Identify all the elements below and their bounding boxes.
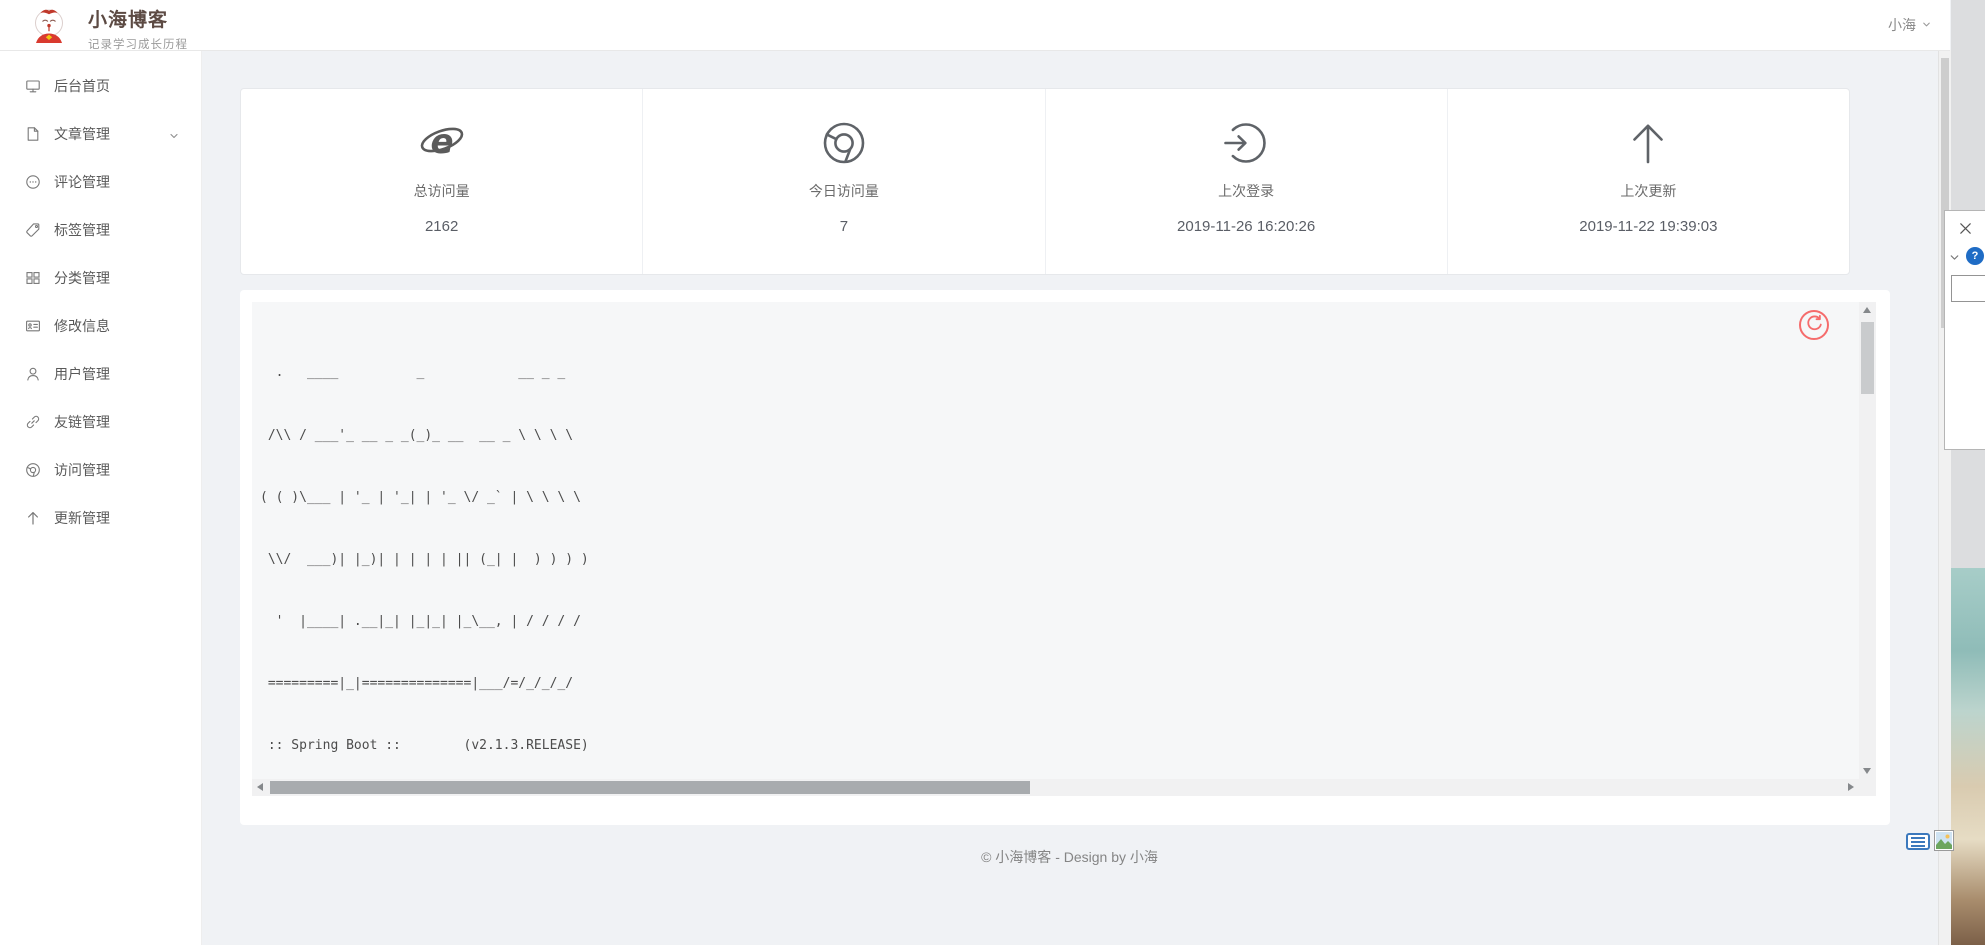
stat-label: 今日访问量 bbox=[643, 181, 1044, 201]
stat-label: 上次登录 bbox=[1046, 181, 1447, 201]
list-tool-icon[interactable] bbox=[1906, 833, 1930, 850]
sidebar-item-links[interactable]: 友链管理 bbox=[0, 398, 201, 446]
sidebar-item-label: 标签管理 bbox=[54, 220, 110, 240]
sidebar-item-label: 文章管理 bbox=[54, 124, 110, 144]
sidebar-item-tags[interactable]: 标签管理 bbox=[0, 206, 201, 254]
ascii-banner-line: =========|_|==============|___/=/_/_/_/ bbox=[260, 674, 1859, 695]
chevron-down-icon bbox=[1921, 17, 1932, 33]
chrome-browser-icon bbox=[643, 119, 1044, 167]
page-footer: © 小海博客 - Design by 小海 bbox=[201, 847, 1938, 867]
stat-last-update: 上次更新 2019-11-22 19:39:03 bbox=[1448, 89, 1849, 274]
sidebar-item-label: 访问管理 bbox=[54, 460, 110, 480]
stat-today-visits: 今日访问量 7 bbox=[643, 89, 1045, 274]
sidebar-item-comments[interactable]: 评论管理 bbox=[0, 158, 201, 206]
console-horizontal-scrollbar[interactable] bbox=[252, 779, 1859, 796]
brand-block: 小海博客 记录学习成长历程 bbox=[88, 5, 188, 52]
site-subtitle: 记录学习成长历程 bbox=[88, 36, 188, 52]
stats-summary-card: e 总访问量 2162 今日访问量 7 bbox=[240, 88, 1850, 275]
sidebar-menu: 后台首页 文章管理 评论管理 bbox=[0, 50, 201, 542]
sidebar-item-label: 更新管理 bbox=[54, 508, 110, 528]
stat-value: 7 bbox=[643, 218, 1044, 235]
user-icon bbox=[25, 366, 41, 382]
sidebar-item-categories[interactable]: 分类管理 bbox=[0, 254, 201, 302]
sidebar-item-label: 友链管理 bbox=[54, 412, 110, 432]
sidebar-item-label: 用户管理 bbox=[54, 364, 110, 384]
app-header: 小海博客 记录学习成长历程 小海 bbox=[0, 0, 1950, 51]
scroll-up-arrow[interactable] bbox=[1863, 307, 1871, 313]
mascot-logo bbox=[31, 6, 67, 46]
tag-icon bbox=[25, 222, 41, 238]
photo-tool-icon[interactable] bbox=[1934, 830, 1954, 851]
username-label: 小海 bbox=[1888, 15, 1916, 35]
stat-label: 上次更新 bbox=[1448, 181, 1849, 201]
chevron-down-icon[interactable] bbox=[1948, 251, 1961, 264]
sidebar-item-label: 后台首页 bbox=[54, 76, 110, 96]
browser-find-overlay: ? bbox=[1944, 210, 1985, 450]
close-icon[interactable] bbox=[1958, 221, 1973, 236]
scroll-right-arrow[interactable] bbox=[1848, 783, 1854, 791]
sidebar-item-label: 修改信息 bbox=[54, 316, 110, 336]
server-log-console: . ____ _ __ _ _ /\\ / ___'_ __ _ _(_)_ _… bbox=[252, 302, 1876, 796]
ascii-banner-line: ' |____| .__|_| |_|_| |_\__, | / / / / bbox=[260, 612, 1859, 633]
monitor-icon bbox=[25, 78, 41, 94]
stat-last-login: 上次登录 2019-11-26 16:20:26 bbox=[1046, 89, 1448, 274]
sidebar-item-label: 分类管理 bbox=[54, 268, 110, 288]
id-card-icon bbox=[25, 318, 41, 334]
login-icon bbox=[1046, 119, 1447, 167]
page-scrollbar[interactable] bbox=[1938, 50, 1951, 945]
refresh-icon bbox=[1805, 314, 1823, 337]
comment-icon bbox=[25, 174, 41, 190]
sidebar-item-visits[interactable]: 访问管理 bbox=[0, 446, 201, 494]
sidebar-item-articles[interactable]: 文章管理 bbox=[0, 110, 201, 158]
chevron-down-icon bbox=[168, 129, 180, 141]
sidebar-item-profile[interactable]: 修改信息 bbox=[0, 302, 201, 350]
help-badge[interactable]: ? bbox=[1966, 247, 1984, 265]
ascii-banner-line: /\\ / ___'_ __ _ _(_)_ __ __ _ \ \ \ \ bbox=[260, 426, 1859, 447]
browser-globe-icon bbox=[25, 462, 41, 478]
console-vertical-scrollbar[interactable] bbox=[1859, 302, 1876, 779]
document-icon bbox=[25, 126, 41, 142]
stat-total-visits: e 总访问量 2162 bbox=[241, 89, 643, 274]
sidebar-item-updates[interactable]: 更新管理 bbox=[0, 494, 201, 542]
ascii-banner-line: \\/ ___)| |_)| | | | | || (_| | ) ) ) ) bbox=[260, 550, 1859, 571]
refresh-log-button[interactable] bbox=[1799, 310, 1829, 340]
find-input[interactable] bbox=[1951, 275, 1985, 302]
arrow-up-icon bbox=[25, 510, 41, 526]
spring-boot-log: . ____ _ __ _ _ /\\ / ___'_ __ _ _(_)_ _… bbox=[260, 322, 1859, 779]
stat-value: 2019-11-22 19:39:03 bbox=[1448, 218, 1849, 235]
ascii-banner-line: ( ( )\___ | '_ | '_| | '_ \/ _` | \ \ \ … bbox=[260, 488, 1859, 509]
desktop-wallpaper-strip bbox=[1951, 568, 1985, 945]
ascii-banner-line: . ____ _ __ _ _ bbox=[260, 363, 1859, 384]
horizontal-scroll-thumb[interactable] bbox=[270, 781, 1030, 794]
sidebar-nav: 后台首页 文章管理 评论管理 bbox=[0, 50, 202, 945]
stat-value: 2162 bbox=[241, 218, 642, 235]
ie-browser-icon: e bbox=[241, 119, 642, 167]
scrollbar-corner bbox=[1859, 779, 1876, 796]
scroll-left-arrow[interactable] bbox=[257, 783, 263, 791]
sidebar-item-dashboard[interactable]: 后台首页 bbox=[0, 62, 201, 110]
stat-label: 总访问量 bbox=[241, 181, 642, 201]
scroll-down-arrow[interactable] bbox=[1863, 768, 1871, 774]
category-grid-icon bbox=[25, 270, 41, 286]
user-dropdown[interactable]: 小海 bbox=[1888, 15, 1932, 35]
vertical-scroll-thumb[interactable] bbox=[1861, 322, 1874, 394]
link-icon bbox=[25, 414, 41, 430]
upload-arrow-icon bbox=[1448, 119, 1849, 167]
admin-dashboard-screen: 小海博客 记录学习成长历程 小海 后台首页 文章管理 bbox=[0, 0, 1985, 945]
sidebar-item-label: 评论管理 bbox=[54, 172, 110, 192]
sidebar-item-users[interactable]: 用户管理 bbox=[0, 350, 201, 398]
site-title: 小海博客 bbox=[88, 5, 188, 32]
stat-value: 2019-11-26 16:20:26 bbox=[1046, 218, 1447, 235]
ascii-banner-line: :: Spring Boot :: (v2.1.3.RELEASE) bbox=[260, 736, 1859, 757]
server-log-card: . ____ _ __ _ _ /\\ / ___'_ __ _ _(_)_ _… bbox=[240, 290, 1890, 825]
